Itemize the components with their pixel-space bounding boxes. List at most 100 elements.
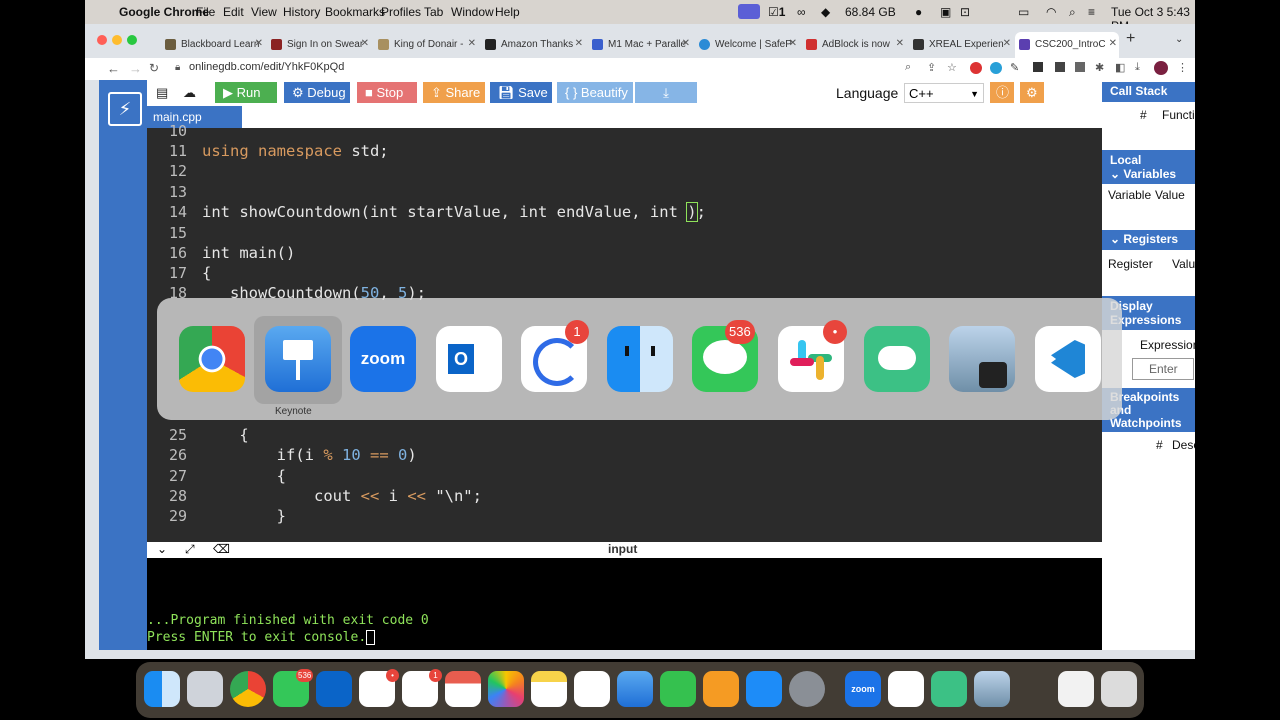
browser-tab[interactable]: AdBlock is now ✕ — [806, 32, 906, 58]
preview-icon[interactable] — [949, 326, 1015, 392]
tab-close-icon[interactable]: ✕ — [1109, 38, 1117, 49]
expression-input[interactable]: Enter — [1132, 358, 1194, 380]
console-tab-input[interactable]: input — [608, 542, 637, 556]
debug-button[interactable]: ⚙︎ Debug — [284, 82, 350, 103]
zoom-lens-icon[interactable]: ⌕ — [905, 61, 911, 74]
extensions-puzzle-icon[interactable]: ✱ — [1095, 61, 1104, 74]
upload-cloud-icon[interactable]: ☁︎ — [177, 82, 205, 103]
sidebar-icon[interactable]: ◧ — [1115, 61, 1125, 74]
browser-tab[interactable]: Welcome | SafeP ✕ — [699, 32, 799, 58]
tab-close-icon[interactable]: ✕ — [468, 38, 476, 49]
console-output[interactable]: ...Program finished with exit code 0 Pre… — [147, 558, 1102, 650]
freeform-icon[interactable] — [574, 671, 610, 707]
tab-close-icon[interactable]: ✕ — [575, 38, 583, 49]
save-button[interactable]: 💾︎ Save — [490, 82, 552, 103]
display-icon[interactable]: ▣ — [940, 5, 951, 19]
registers-header[interactable]: ⌄ Registers — [1102, 230, 1195, 250]
browser-tab[interactable]: King of Donair - ✕ — [378, 32, 478, 58]
tab-close-icon[interactable]: ✕ — [255, 38, 263, 49]
browser-tab[interactable]: XREAL Experien ✕ — [913, 32, 1013, 58]
reload-icon[interactable]: ↻ — [149, 61, 159, 75]
stop-button[interactable]: ■ Stop — [357, 82, 417, 103]
info-button[interactable]: ⓘ — [990, 82, 1014, 103]
infinity-icon[interactable]: ∞ — [797, 5, 806, 19]
document-icon[interactable] — [1058, 671, 1094, 707]
menu-file[interactable]: File — [196, 5, 215, 19]
chatbot-icon[interactable] — [864, 326, 930, 392]
new-tab-button[interactable]: + — [1126, 30, 1142, 56]
extension-box-icon[interactable] — [1055, 62, 1065, 72]
call-stack-header[interactable]: Call Stack — [1102, 82, 1195, 102]
menu-bookmarks[interactable]: Bookmarks — [325, 5, 385, 19]
dropbox-icon[interactable]: ◆ — [821, 5, 830, 19]
share-page-icon[interactable]: ⇪ — [927, 61, 936, 74]
menu-help[interactable]: Help — [495, 5, 520, 19]
menu-tab[interactable]: Tab — [424, 5, 443, 19]
extension-safe-icon[interactable] — [990, 62, 1002, 74]
keynote-icon[interactable] — [265, 326, 331, 392]
new-file-icon[interactable]: ▤ — [151, 82, 173, 103]
keynote-icon[interactable] — [617, 671, 653, 707]
numbers-icon[interactable] — [660, 671, 696, 707]
vscode-icon[interactable] — [888, 671, 924, 707]
calendar-icon[interactable] — [445, 671, 481, 707]
browser-tab-active[interactable]: CSC200_IntroC ✕ — [1015, 32, 1119, 58]
mic-icon[interactable]: ● — [915, 5, 922, 19]
zoom-icon[interactable]: zoom — [845, 671, 881, 707]
chrome-icon[interactable] — [179, 326, 245, 392]
lightning-logo-icon[interactable]: ⚡︎ — [108, 92, 142, 126]
tab-search-chevron-icon[interactable]: ⌄ — [1175, 34, 1189, 60]
finder-icon[interactable] — [607, 326, 673, 392]
outlook-icon[interactable]: O — [436, 326, 502, 392]
wifi-icon[interactable]: ◠ — [1046, 5, 1056, 19]
clear-console-icon[interactable]: ⌫ — [213, 542, 230, 556]
notes-icon[interactable] — [531, 671, 567, 707]
menu-window[interactable]: Window — [451, 5, 494, 19]
chrome-icon[interactable] — [230, 671, 266, 707]
bookmark-star-icon[interactable]: ☆ — [947, 61, 957, 74]
menu-extra-icon[interactable]: ⊡ — [960, 5, 970, 19]
lock-icon[interactable]: 🔒︎ — [175, 62, 180, 73]
menu-edit[interactable]: Edit — [223, 5, 244, 19]
share-button[interactable]: ⇪ Share — [423, 82, 485, 103]
tab-close-icon[interactable]: ✕ — [361, 38, 369, 49]
profile-avatar[interactable] — [1154, 61, 1168, 75]
trash-icon[interactable] — [1101, 671, 1137, 707]
download-icon[interactable]: ⤓ — [1135, 61, 1140, 74]
zoom-icon[interactable]: zoom — [350, 326, 416, 392]
url-field[interactable]: onlinegdb.com/edit/YhkF0KpQd — [189, 61, 1009, 77]
extension-icon[interactable]: ✎ — [1010, 61, 1019, 74]
chatbot-icon[interactable] — [931, 671, 967, 707]
beautify-button[interactable]: { } Beautify — [557, 82, 633, 103]
menu-profiles[interactable]: Profiles — [381, 5, 421, 19]
battery-icon[interactable]: ▭ — [1018, 5, 1029, 19]
browser-tab[interactable]: Blackboard Learn ✕ — [165, 32, 265, 58]
back-icon[interactable]: ← — [107, 61, 120, 76]
tab-close-icon[interactable]: ✕ — [1003, 38, 1011, 49]
vscode-icon[interactable] — [1035, 326, 1101, 392]
system-settings-icon[interactable] — [789, 671, 825, 707]
control-center-icon[interactable]: ≡ — [1088, 5, 1095, 19]
app-store-icon[interactable] — [746, 671, 782, 707]
settings-button[interactable]: ⚙︎ — [1020, 82, 1044, 103]
launchpad-icon[interactable] — [187, 671, 223, 707]
outlook-icon[interactable] — [316, 671, 352, 707]
menu-history[interactable]: History — [283, 5, 320, 19]
pages-icon[interactable] — [703, 671, 739, 707]
extension-adblock-icon[interactable] — [970, 62, 982, 74]
storage-readout[interactable]: 68.84 GB — [845, 5, 896, 19]
extension-b-icon[interactable] — [1075, 62, 1085, 72]
chrome-menu-icon[interactable]: ⋮ — [1177, 61, 1188, 74]
run-button[interactable]: ▶ Run — [215, 82, 277, 103]
forward-icon[interactable]: → — [129, 61, 142, 76]
language-select[interactable]: C++ ▼ — [904, 83, 984, 103]
extension-square-icon[interactable] — [1033, 62, 1043, 72]
tab-close-icon[interactable]: ✕ — [896, 38, 904, 49]
status-check-icon[interactable]: ☑1 — [768, 5, 785, 19]
photos-icon[interactable] — [488, 671, 524, 707]
menu-view[interactable]: View — [251, 5, 277, 19]
browser-tab[interactable]: Amazon Thanks ✕ — [485, 32, 585, 58]
browser-tab[interactable]: Sign In on Swear ✕ — [271, 32, 371, 58]
tab-close-icon[interactable]: ✕ — [789, 38, 797, 49]
browser-tab[interactable]: M1 Mac + Paralle ✕ — [592, 32, 692, 58]
